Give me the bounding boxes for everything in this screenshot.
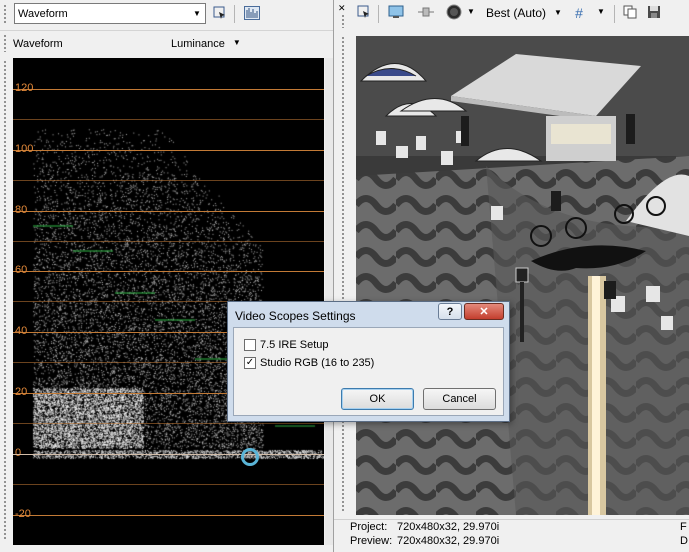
graticule-line: [13, 89, 324, 90]
video-frame-image: [356, 36, 689, 515]
cursor-select-icon: [213, 6, 227, 23]
copy-icon: [623, 5, 637, 22]
dialog-title: Video Scopes Settings: [235, 309, 356, 323]
close-icon: ✕: [479, 306, 489, 318]
project-info-label: Project:: [350, 521, 388, 533]
split-screen-button[interactable]: [416, 3, 436, 23]
truncated-label-1: F: [680, 521, 687, 533]
studio-rgb-label: Studio RGB (16 to 235): [260, 357, 375, 369]
video-preview-frame: [356, 36, 689, 515]
quality-dropdown[interactable]: Best (Auto) ▼: [486, 6, 562, 20]
graticule-minor-line: [13, 180, 324, 181]
y-axis-label: 20: [15, 386, 28, 398]
y-axis-label: 40: [15, 325, 28, 337]
cursor-circle-icon: [241, 448, 259, 466]
save-icon: [647, 5, 661, 22]
chevron-down-icon: ▼: [193, 9, 201, 18]
overlays-button[interactable]: [444, 3, 464, 23]
video-scopes-panel: Waveform ▼ Waveform Luminance ▼ 120 100 80…: [0, 0, 333, 552]
scope-title: Waveform: [13, 38, 63, 50]
y-axis-label: 80: [15, 204, 28, 216]
help-icon: ?: [446, 305, 454, 318]
circle-overlay-icon: [446, 4, 462, 23]
y-axis-label: 0: [15, 447, 22, 459]
copy-snapshot-button[interactable]: [620, 3, 640, 23]
video-scopes-settings-dialog: Video Scopes Settings ? ✕ 7.5 IRE Setup …: [227, 301, 510, 422]
chevron-down-icon[interactable]: ▼: [597, 7, 605, 16]
cancel-label: Cancel: [442, 393, 477, 405]
panel-grip[interactable]: [341, 36, 345, 512]
cursor-select-icon: [357, 5, 371, 22]
quality-dropdown-value: Best (Auto): [486, 6, 547, 20]
dialog-body: 7.5 IRE Setup ✓ Studio RGB (16 to 235) O…: [233, 327, 504, 416]
ire-setup-option[interactable]: 7.5 IRE Setup: [244, 339, 329, 351]
graticule-line: [13, 211, 324, 212]
ire-setup-checkbox[interactable]: [244, 339, 256, 351]
studio-rgb-option[interactable]: ✓ Studio RGB (16 to 235): [244, 357, 374, 369]
graticule-minor-line: [13, 423, 324, 424]
graticule-minor-line: [13, 484, 324, 485]
graticule-line: [13, 271, 324, 272]
y-axis-label: 60: [15, 264, 28, 276]
toolbar-grip[interactable]: [341, 14, 345, 28]
select-scope-source-button[interactable]: [210, 4, 230, 24]
help-button[interactable]: ?: [438, 303, 462, 320]
external-monitor-button[interactable]: [386, 3, 406, 23]
chevron-down-icon: ▼: [554, 8, 562, 17]
graticule-line: [13, 150, 324, 151]
cancel-button[interactable]: Cancel: [423, 388, 496, 410]
save-snapshot-button[interactable]: [644, 3, 664, 23]
preview-info-label: Preview:: [350, 535, 393, 547]
ire-setup-label: 7.5 IRE Setup: [260, 339, 329, 351]
ok-label: OK: [369, 393, 386, 405]
close-button[interactable]: ✕: [464, 303, 504, 320]
toolbar-grip[interactable]: [3, 4, 7, 24]
monitor-icon: [388, 5, 404, 22]
grid-button[interactable]: #: [569, 3, 589, 23]
split-icon: [417, 6, 435, 21]
channel-dropdown-value: Luminance: [171, 38, 225, 50]
grid-icon: #: [575, 5, 583, 21]
scope-type-select[interactable]: Waveform ▼: [14, 3, 206, 24]
zero-reference-line: [13, 454, 324, 455]
ok-button[interactable]: OK: [341, 388, 414, 410]
chevron-down-icon: ▼: [232, 38, 241, 47]
panel-grip[interactable]: [3, 60, 7, 540]
close-icon[interactable]: ✕: [338, 3, 346, 14]
header-grip[interactable]: [3, 34, 7, 52]
graticule-minor-line: [13, 241, 324, 242]
preview-info-value: 720x480x32, 29.970i: [397, 535, 500, 547]
update-scopes-button[interactable]: [242, 4, 262, 24]
graticule-minor-line: [13, 119, 324, 120]
chevron-down-icon[interactable]: ▼: [467, 7, 475, 16]
histogram-icon: [244, 5, 260, 23]
studio-rgb-checkbox[interactable]: ✓: [244, 357, 256, 369]
y-axis-label: -20: [15, 508, 31, 520]
graticule-line: [13, 515, 324, 516]
y-axis-label: 120: [15, 82, 34, 94]
y-axis-label: 100: [15, 143, 34, 155]
channel-dropdown[interactable]: Luminance ▼: [171, 38, 241, 50]
truncated-label-2: D: [680, 535, 688, 547]
scope-type-value: Waveform: [18, 7, 68, 20]
project-info-value: 720x480x32, 29.970i: [397, 521, 500, 533]
preview-select-button[interactable]: [354, 3, 374, 23]
